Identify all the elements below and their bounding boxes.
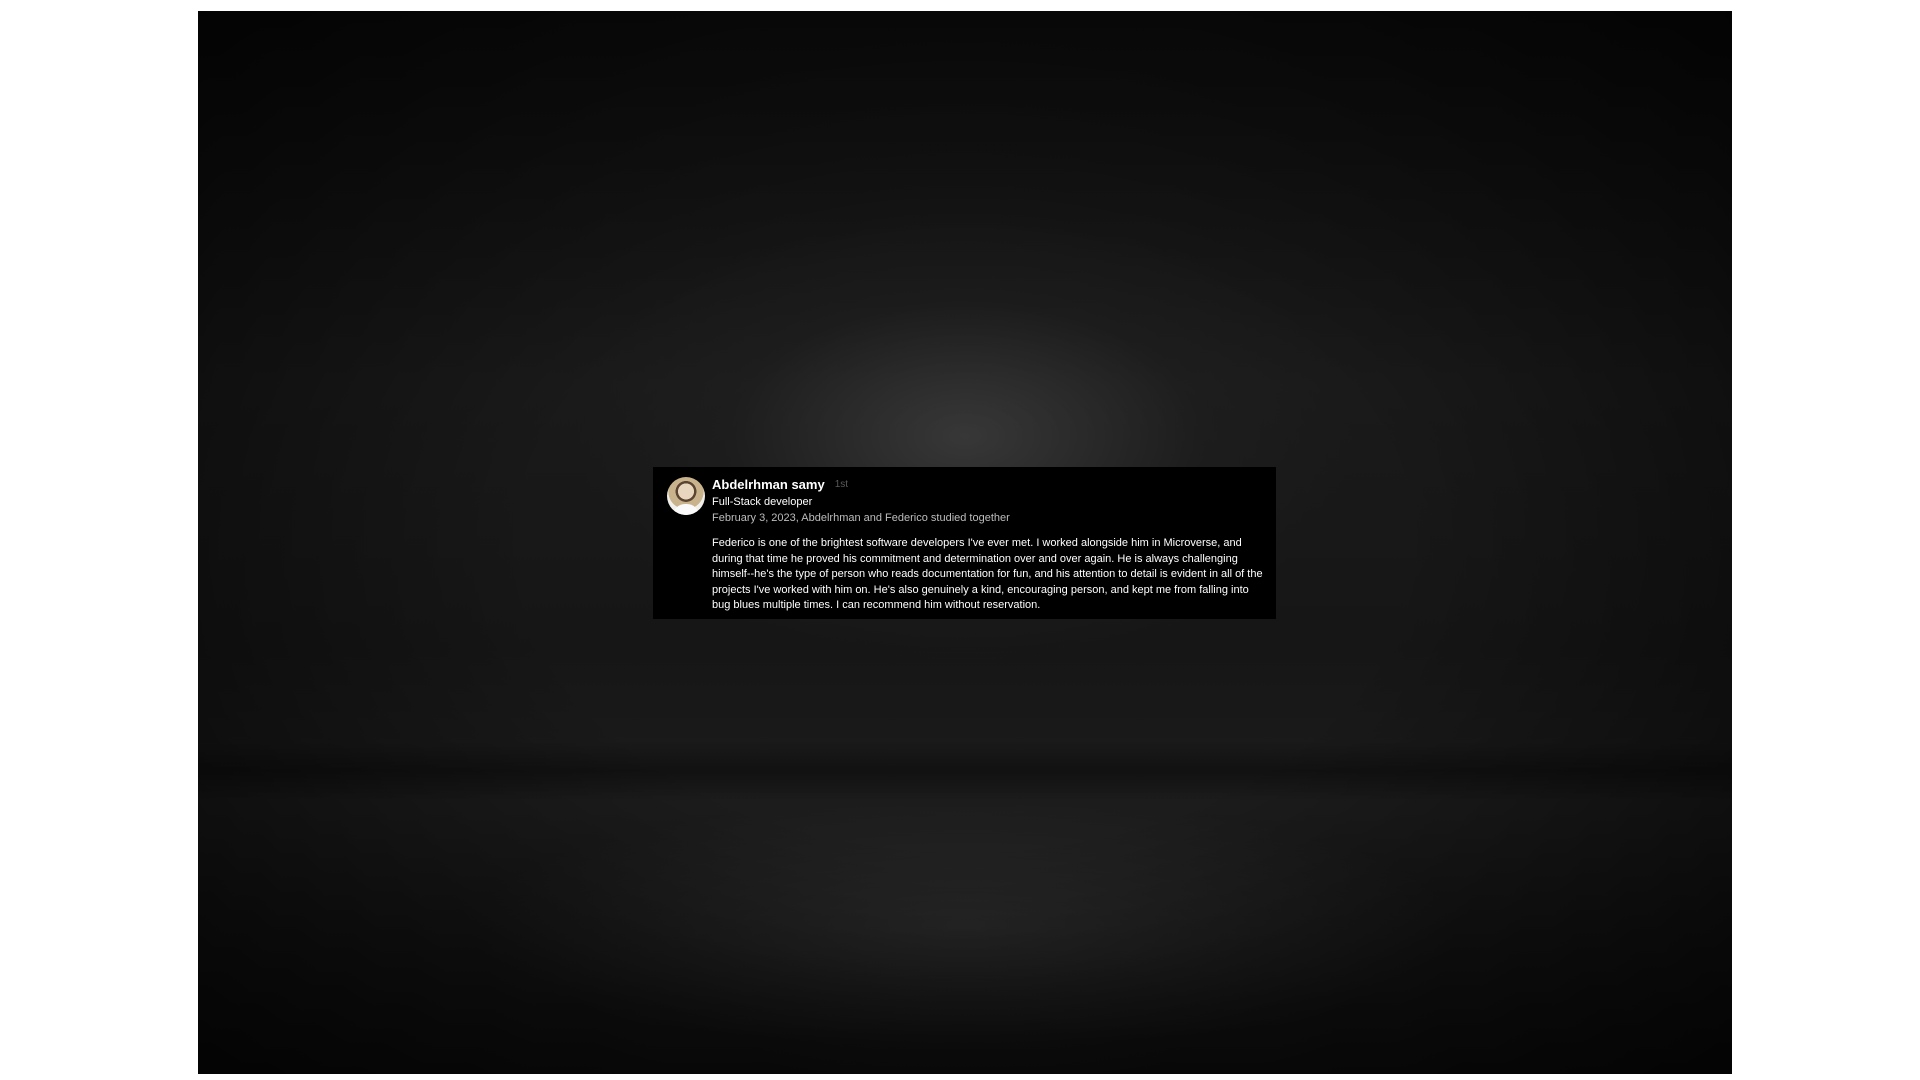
recommendation-text: Federico is one of the brightest softwar… bbox=[712, 537, 1263, 611]
recommendation-meta: February 3, 2023, Abdelrhman and Federic… bbox=[712, 512, 1010, 524]
author-name[interactable]: Abdelrhman samy bbox=[712, 476, 825, 494]
recommendation-card: Abdelrhman samy 1st Full-Stack developer… bbox=[653, 467, 1276, 619]
name-row: Abdelrhman samy 1st bbox=[712, 476, 1262, 494]
author-headline: Full-Stack developer bbox=[712, 496, 813, 508]
dark-backdrop: Abdelrhman samy 1st Full-Stack developer… bbox=[198, 11, 1732, 1074]
connection-degree-badge: 1st bbox=[834, 479, 849, 490]
avatar-shirt bbox=[673, 504, 699, 515]
recommendation-header: Abdelrhman samy 1st Full-Stack developer… bbox=[712, 476, 1262, 526]
author-avatar[interactable] bbox=[667, 477, 705, 515]
floor-shadow bbox=[198, 741, 1732, 801]
